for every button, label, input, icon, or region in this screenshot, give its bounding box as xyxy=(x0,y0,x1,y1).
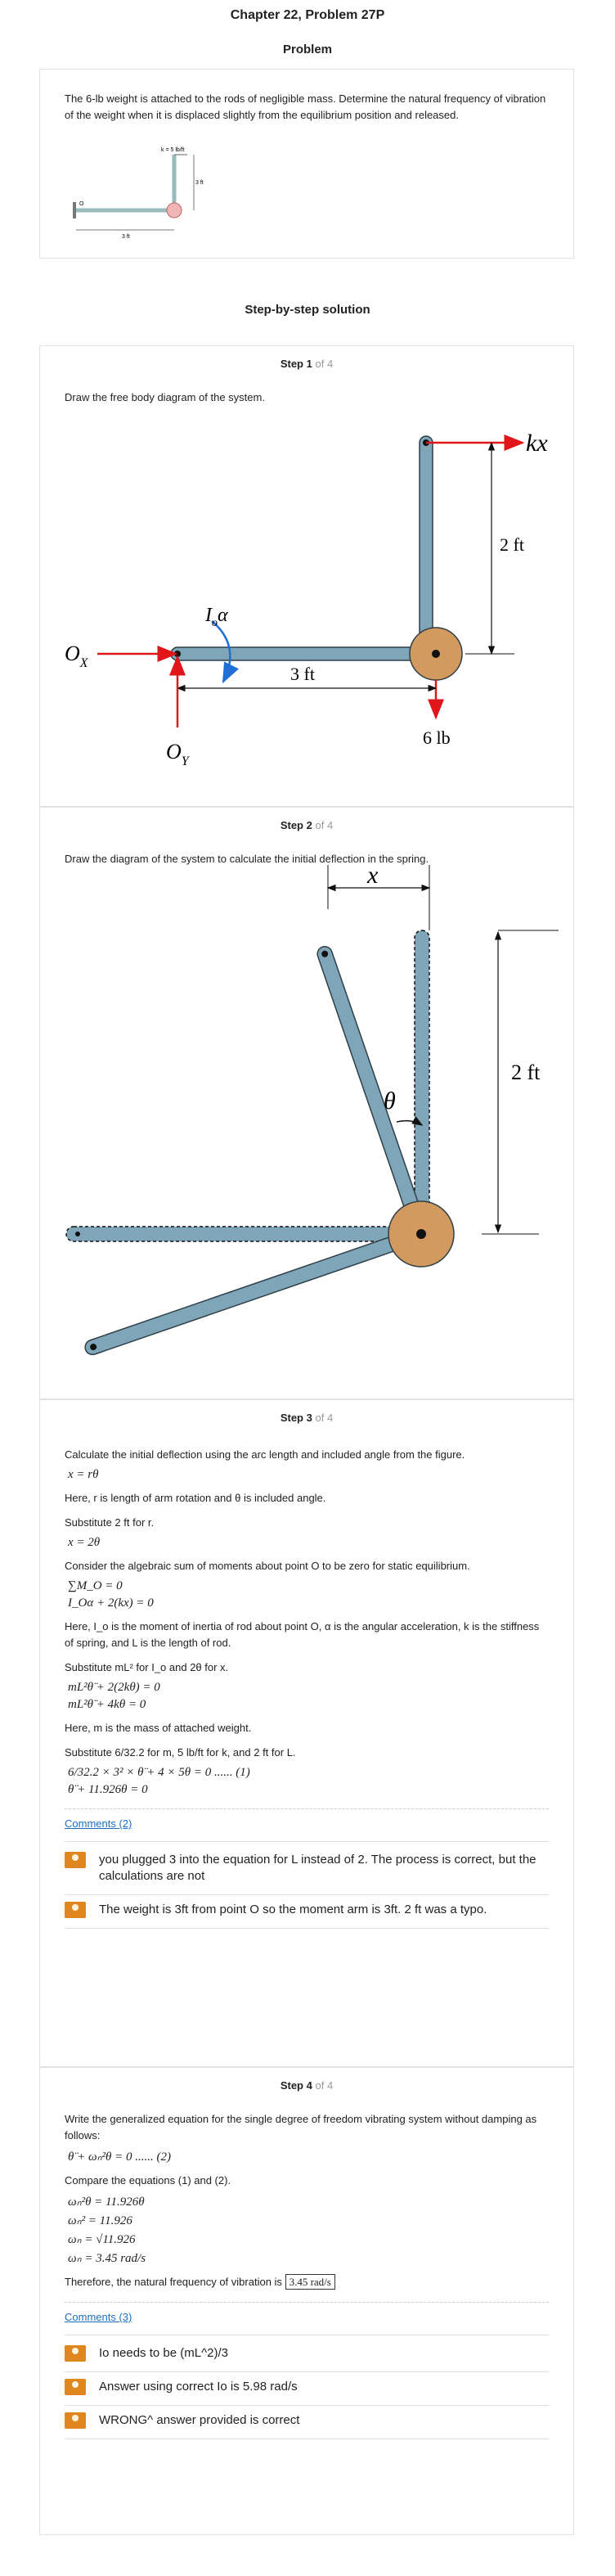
step-3-comments-link[interactable]: Comments (2) xyxy=(65,1817,132,1830)
divider xyxy=(65,2302,549,2303)
rotated-vertical-rod xyxy=(316,945,428,1236)
avatar[interactable] xyxy=(65,1852,86,1868)
s3-text-5: Here, I_o is the moment of inertia of ro… xyxy=(65,1620,540,1649)
s4-eq-4: ωₙ = √11.926 xyxy=(68,2233,136,2246)
comment: WRONG^ answer provided is correct xyxy=(65,2406,549,2439)
step-3-heading: Step 3 of 4 xyxy=(280,1412,334,1424)
s4-eq-2: ωₙ²θ = 11.926θ xyxy=(68,2195,145,2209)
deflection-figure: x θ 2 ft xyxy=(65,862,559,1356)
step-4-comments-link[interactable]: Comments (3) xyxy=(65,2311,132,2323)
svg-text:OY: OY xyxy=(166,740,191,768)
divider xyxy=(65,1808,549,1809)
s4-text-2: Compare the equations (1) and (2). xyxy=(65,2174,231,2186)
original-vertical-rod xyxy=(414,930,430,1236)
oy-sub: Y xyxy=(182,754,191,768)
vertical-rod xyxy=(419,435,433,650)
step-1-card: Step 1 of 4 Draw the free body diagram o… xyxy=(39,345,574,807)
original-horizontal-rod xyxy=(65,1226,424,1242)
s3-text-3: Substitute 2 ft for r. xyxy=(65,1516,155,1529)
rotated-horizontal-rod xyxy=(84,1227,424,1356)
problem-text: The 6-lb weight is attached to the rods … xyxy=(65,92,546,121)
comment-text: Answer using correct Io is 5.98 rad/s xyxy=(99,2380,298,2394)
divider xyxy=(65,1841,549,1842)
comment: you plugged 3 into the equation for L in… xyxy=(65,1845,549,1895)
step-3-card: Step 3 of 4 Calculate the initial deflec… xyxy=(39,1399,574,2067)
s3-eq-4: I_Oα + 2(kx) = 0 xyxy=(68,1596,154,1610)
s3-text-1: Calculate the initial deflection using t… xyxy=(65,1448,465,1461)
s3-eq-7: 6/32.2 × 3² × θ̈ + 4 × 5θ = 0 ...... (1) xyxy=(68,1766,250,1779)
comment-text: you plugged 3 into the equation for L in… xyxy=(99,1853,536,1883)
comment: The weight is 3ft from point O so the mo… xyxy=(65,1895,549,1929)
s4-eq-1: θ̈ + ωₙ²θ = 0 ...... (2) xyxy=(68,2150,172,2164)
problem-k-label: k = 5 lb/ft xyxy=(161,147,185,153)
svg-text:OX: OX xyxy=(65,642,89,670)
alpha-label: α xyxy=(218,605,228,626)
problem-h-label: 3 ft xyxy=(195,180,204,186)
s4-text-1: Write the generalized equation for the s… xyxy=(65,2113,537,2141)
kx-label: kx xyxy=(526,430,548,457)
step-4-heading: Step 4 of 4 xyxy=(280,2079,334,2092)
s3-eq-5: mL²θ̈ + 2(2kθ) = 0 xyxy=(68,1681,160,1694)
s3-eq-2: x = 2θ xyxy=(68,1536,101,1549)
oy-label: O xyxy=(166,740,182,763)
horizontal-rod xyxy=(170,646,427,661)
solution-heading: Step-by-step solution xyxy=(245,303,370,317)
avatar[interactable] xyxy=(65,2379,86,2395)
s3-eq-3: ∑M_O = 0 xyxy=(68,1579,123,1592)
comment-text: Io needs to be (mL^2)/3 xyxy=(99,2346,228,2360)
six-lb-label: 6 lb xyxy=(423,727,451,748)
ox-sub: X xyxy=(79,656,89,670)
s3-eq-6: mL²θ̈ + 4kθ = 0 xyxy=(68,1698,146,1711)
s3-eq-8: θ̈ + 11.926θ = 0 xyxy=(68,1783,148,1796)
problem-heading: Problem xyxy=(282,43,332,56)
comment-text: WRONG^ answer provided is correct xyxy=(99,2413,300,2427)
s3-eq-1: x = rθ xyxy=(68,1468,99,1481)
s3-text-8: Substitute 6/32.2 for m, 5 lb/ft for k, … xyxy=(65,1746,296,1759)
two-ft-label-2: 2 ft xyxy=(511,1061,541,1084)
problem-o-label: O xyxy=(79,201,84,207)
step-4-card: Step 4 of 4 Write the generalized equati… xyxy=(39,2067,574,2535)
avatar[interactable] xyxy=(65,2345,86,2362)
ox-label: O xyxy=(65,642,80,665)
step-1-heading: Step 1 of 4 xyxy=(280,358,334,370)
s3-text-7: Here, m is the mass of attached weight. xyxy=(65,1722,252,1734)
comment: Answer using correct Io is 5.98 rad/s xyxy=(65,2372,549,2406)
step-2-card: Step 2 of 4 Draw the diagram of the syst… xyxy=(39,807,574,1399)
s4-text-3: Therefore, the natural frequency of vibr… xyxy=(65,2274,549,2290)
fbd-figure: kx 2 ft 6 lb 3 ft OX OY Ioα xyxy=(65,430,548,768)
svg-text:Ioα: Ioα xyxy=(204,605,228,629)
io-sub: o xyxy=(212,617,218,629)
page-title: Chapter 22, Problem 27P xyxy=(230,8,385,22)
avatar[interactable] xyxy=(65,2412,86,2429)
step-2-heading: Step 2 of 4 xyxy=(280,819,334,831)
theta-label: θ xyxy=(384,1088,396,1115)
problem-card: The 6-lb weight is attached to the rods … xyxy=(39,69,574,259)
two-ft-label: 2 ft xyxy=(500,534,524,555)
comment-text: The weight is 3ft from point O so the mo… xyxy=(99,1903,487,1916)
s4-eq-5: ωₙ = 3.45 rad/s xyxy=(68,2252,146,2265)
three-ft-label: 3 ft xyxy=(290,664,315,684)
answer-box: 3.45 rad/s xyxy=(285,2274,335,2290)
problem-figure: k = 5 lb/ft 3 ft 3 ft O xyxy=(73,147,204,240)
s3-text-4: Consider the algebraic sum of moments ab… xyxy=(65,1560,470,1572)
s3-text-2: Here, r is length of arm rotation and θ … xyxy=(65,1492,326,1504)
s3-text-6: Substitute mL² for I_o and 2θ for x. xyxy=(65,1661,229,1673)
s4-eq-3: ωₙ² = 11.926 xyxy=(68,2214,132,2227)
problem-w-label: 3 ft xyxy=(122,234,130,240)
avatar[interactable] xyxy=(65,1902,86,1918)
comment: Io needs to be (mL^2)/3 xyxy=(65,2339,549,2372)
x-label: x xyxy=(366,862,379,889)
